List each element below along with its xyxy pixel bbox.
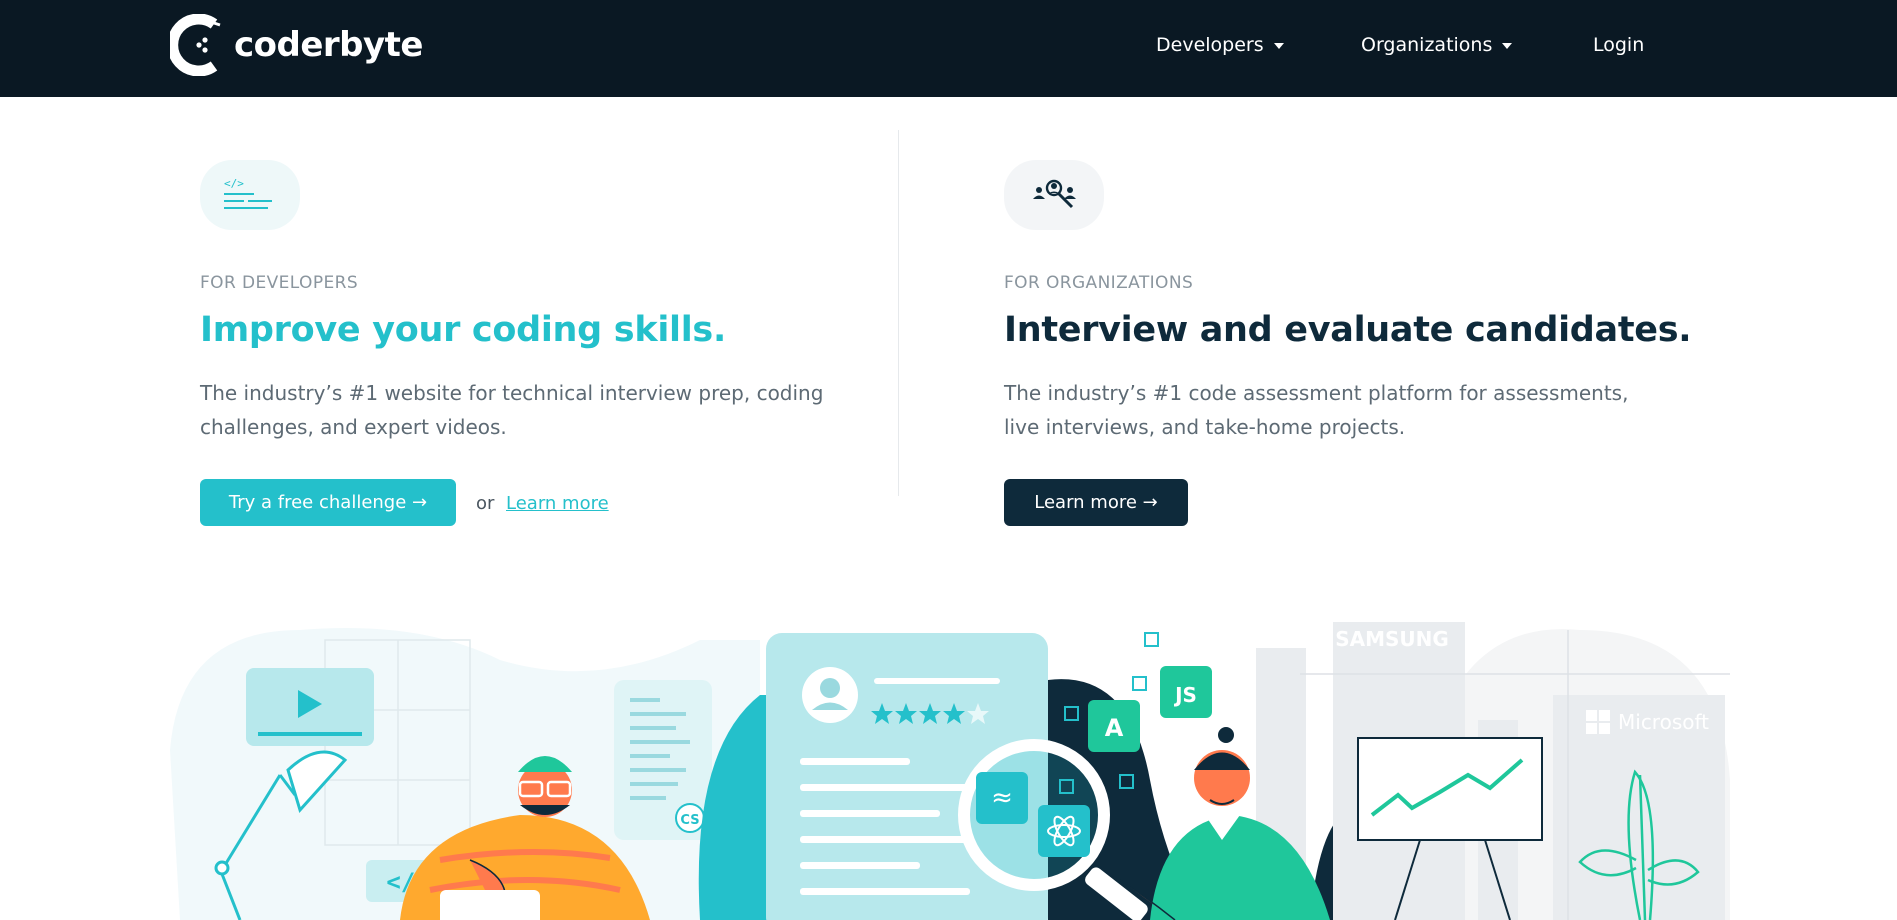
developers-headline: Improve your coding skills. bbox=[200, 310, 726, 350]
organizations-learn-more-button[interactable]: Learn more → bbox=[1004, 479, 1188, 526]
nav-developers-label: Developers bbox=[1156, 34, 1264, 56]
developers-section: </> FOR DEVELOPERS Improve your coding s… bbox=[200, 160, 823, 526]
organizations-description-line: The industry’s #1 code assessment platfo… bbox=[1004, 381, 1629, 405]
video-player-icon bbox=[246, 668, 374, 746]
nav-developers[interactable]: Developers bbox=[1156, 34, 1284, 56]
people-search-icon bbox=[1004, 160, 1104, 230]
organizations-description: The industry’s #1 code assessment platfo… bbox=[1004, 376, 1644, 444]
nav-login[interactable]: Login bbox=[1593, 34, 1644, 56]
try-free-challenge-button[interactable]: Try a free challenge → bbox=[200, 479, 456, 526]
svg-text:Microsoft: Microsoft bbox=[1618, 710, 1709, 734]
developers-description-line: challenges, and expert videos. bbox=[200, 415, 507, 439]
svg-text:≈: ≈ bbox=[991, 783, 1013, 813]
svg-text:A: A bbox=[1105, 714, 1124, 742]
nav-organizations-label: Organizations bbox=[1361, 34, 1493, 56]
svg-text:CS: CS bbox=[680, 813, 699, 828]
organizations-description-line: live interviews, and take-home projects. bbox=[1004, 415, 1406, 439]
developers-eyebrow: FOR DEVELOPERS bbox=[200, 273, 359, 293]
svg-text:</>: </> bbox=[224, 177, 244, 190]
developers-description-line: The industry’s #1 website for technical … bbox=[200, 381, 824, 405]
coderbyte-logo[interactable]: coderbyte bbox=[170, 14, 424, 76]
or-text: or bbox=[476, 493, 495, 514]
samsung-logo: SAMSUNG bbox=[1335, 627, 1449, 651]
developers-description: The industry’s #1 website for technical … bbox=[200, 376, 840, 444]
svg-text:JS: JS bbox=[1173, 683, 1197, 707]
javascript-badge: JS bbox=[1160, 666, 1212, 718]
organizations-section: FOR ORGANIZATIONS Interview and evaluate… bbox=[1004, 160, 1692, 526]
hero-illustration: </> CS ≈ A JS SAMSUNG Microsoft bbox=[170, 622, 1730, 920]
document-card: CS bbox=[614, 680, 712, 840]
logo-wordmark: coderbyte bbox=[234, 25, 424, 65]
developers-learn-more-link[interactable]: Learn more bbox=[506, 493, 609, 514]
chevron-down-icon bbox=[1273, 43, 1284, 49]
coderbyte-logo-mark bbox=[170, 14, 221, 76]
angular-badge: A bbox=[1088, 700, 1140, 752]
chevron-down-icon bbox=[1502, 43, 1513, 49]
top-navigation-bar: coderbyte Developers Organizations Login bbox=[0, 0, 1897, 97]
column-divider bbox=[898, 130, 899, 496]
code-document-icon: </> bbox=[200, 160, 300, 230]
nav-login-label: Login bbox=[1593, 34, 1645, 56]
organizations-eyebrow: FOR ORGANIZATIONS bbox=[1004, 273, 1194, 293]
nav-organizations[interactable]: Organizations bbox=[1361, 34, 1513, 56]
organizations-headline: Interview and evaluate candidates. bbox=[1004, 310, 1692, 350]
